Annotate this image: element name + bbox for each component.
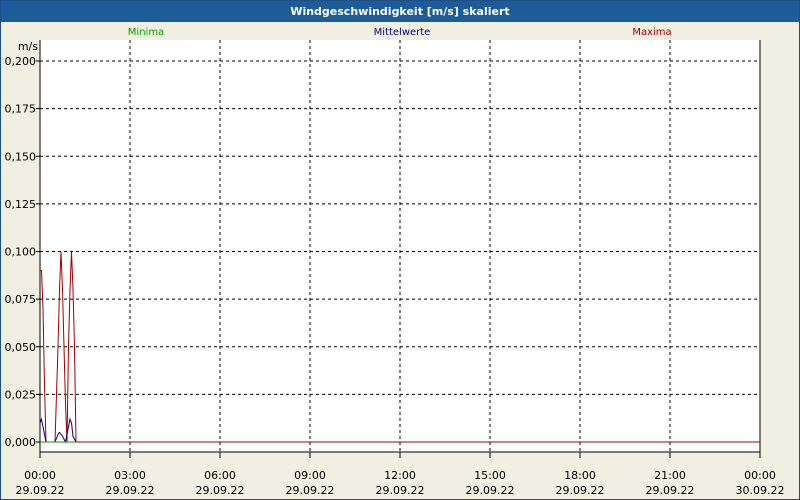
y-tick-label: 0,075 xyxy=(5,293,37,306)
legend-minima: Minima xyxy=(128,27,164,38)
x-tick-time-label: 06:00 xyxy=(204,469,236,482)
x-tick-time-label: 09:00 xyxy=(294,469,326,482)
x-tick-time-label: 21:00 xyxy=(654,469,686,482)
x-tick-time-label: 03:00 xyxy=(114,469,146,482)
y-tick-label: 0,125 xyxy=(5,198,37,211)
x-tick-date-label: 29.09.22 xyxy=(16,484,65,497)
x-tick-time-label: 15:00 xyxy=(474,469,506,482)
x-tick-time-label: 00:00 xyxy=(744,469,776,482)
legend-mittelwerte: Mittelwerte xyxy=(374,27,431,38)
x-tick-labels: 00:00 29.09.22 03:00 29.09.22 06:00 29.09.22 0… xyxy=(16,469,785,497)
x-tick-date-label: 29.09.22 xyxy=(556,484,605,497)
y-tick-label: 0,200 xyxy=(5,55,37,68)
x-tick-date-label: 30.09.22 xyxy=(736,484,785,497)
y-tick-label: 0,025 xyxy=(5,388,37,401)
x-tick-date-label: 29.09.22 xyxy=(646,484,695,497)
x-tick-date-label: 29.09.22 xyxy=(196,484,245,497)
y-tick-label: 0,100 xyxy=(5,246,37,259)
y-tick-label: 0,050 xyxy=(5,341,37,354)
y-tick-labels: 0,000 0,025 0,050 0,075 0,100 0,125 0,150 0,175… xyxy=(5,55,37,449)
x-tick-date-label: 29.09.22 xyxy=(466,484,515,497)
y-tick-label: 0,150 xyxy=(5,150,37,163)
legend-maxima: Maxima xyxy=(632,27,671,38)
x-tick-time-label: 00:00 xyxy=(24,469,56,482)
y-tick-label: 0,175 xyxy=(5,103,37,116)
y-axis-unit-label: m/s xyxy=(18,40,38,53)
x-tick-date-label: 29.09.22 xyxy=(286,484,335,497)
y-tick-label: 0,000 xyxy=(5,436,37,449)
x-tick-time-label: 12:00 xyxy=(384,469,416,482)
x-tick-date-label: 29.09.22 xyxy=(106,484,155,497)
x-tick-time-label: 18:00 xyxy=(564,469,596,482)
x-tick-date-label: 29.09.22 xyxy=(376,484,425,497)
chart-canvas: m/s Minima Mittelwerte Maxima 0,000 0,025… xyxy=(5,27,785,497)
